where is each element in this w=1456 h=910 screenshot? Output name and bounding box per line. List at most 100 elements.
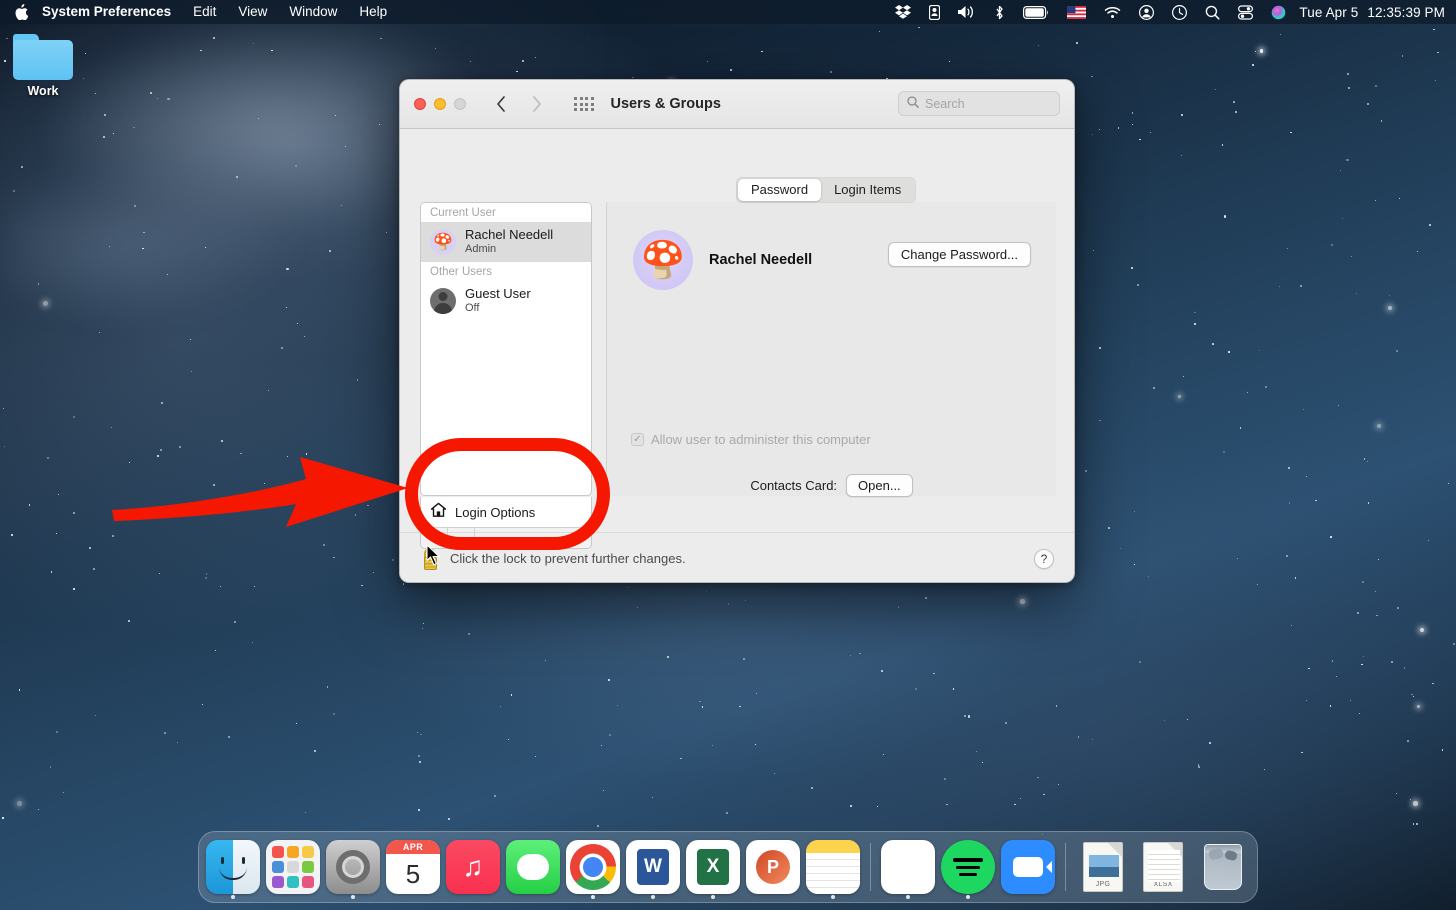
dock-item-jpg-file[interactable]: JPG	[1076, 840, 1130, 894]
sidebar-group-header-other-users: Other Users	[421, 262, 591, 281]
login-options-label: Login Options	[455, 505, 535, 520]
control-center-icon[interactable]	[1229, 0, 1262, 24]
dock-item-messages[interactable]	[506, 840, 560, 894]
account-name: Rachel Needell	[709, 252, 812, 268]
lock-footer: Click the lock to prevent further change…	[400, 532, 1075, 583]
users-and-groups-window: Users & Groups Search Password Login Ite…	[399, 79, 1075, 583]
login-options-row[interactable]: Login Options	[421, 497, 591, 528]
user-role: Off	[465, 302, 531, 315]
sidebar-group-header-current-user: Current User	[421, 203, 591, 222]
user-name: Rachel Needell	[465, 228, 553, 242]
dock-separator	[870, 843, 871, 891]
search-icon	[907, 95, 919, 113]
wifi-icon[interactable]	[1095, 0, 1130, 24]
file-extension: JPG	[1096, 881, 1111, 888]
account-detail-pane: 🍄 Rachel Needell Change Password... Cont…	[606, 202, 1056, 496]
dropbox-icon[interactable]	[886, 0, 920, 24]
help-button[interactable]: ?	[1034, 549, 1054, 569]
tab-login-items[interactable]: Login Items	[821, 179, 914, 201]
device-icon[interactable]	[920, 0, 949, 24]
user-role: Admin	[465, 243, 553, 256]
dock-item-powerpoint[interactable]: P	[746, 840, 800, 894]
notes-icon	[806, 840, 860, 894]
time-machine-icon[interactable]	[1163, 0, 1196, 24]
account-avatar[interactable]: 🍄	[633, 230, 693, 290]
bluetooth-icon[interactable]	[985, 0, 1014, 24]
annotation-arrow-icon	[110, 455, 410, 538]
page-title: Users & Groups	[611, 96, 721, 112]
music-icon: ♫	[446, 840, 500, 894]
dock-item-chrome[interactable]	[566, 840, 620, 894]
desktop-folder-label: Work	[23, 84, 62, 98]
battery-icon[interactable]	[1014, 0, 1058, 24]
menu-item-view[interactable]: View	[227, 0, 278, 24]
dock-item-trash[interactable]	[1196, 840, 1250, 894]
menu-bar-clock[interactable]: Tue Apr 512:35:39 PM	[1295, 5, 1445, 20]
mushroom-avatar-icon: 🍄	[430, 229, 456, 255]
calendar-icon: APR 5	[386, 840, 440, 894]
dock-item-excel[interactable]: X	[686, 840, 740, 894]
powerpoint-icon: P	[746, 840, 800, 894]
dock-item-xlsx-file[interactable]: XLSX	[1136, 840, 1190, 894]
menu-item-system-preferences[interactable]: System Preferences	[31, 0, 182, 24]
dock-item-system-preferences[interactable]	[326, 840, 380, 894]
launchpad-icon	[266, 840, 320, 894]
dock: APR 5 ♫ W X P	[198, 831, 1258, 903]
navigation-buttons	[490, 96, 548, 112]
xlsx-file-icon: XLSX	[1136, 840, 1190, 894]
dock-item-zoom[interactable]	[1001, 840, 1055, 894]
search-input[interactable]: Search	[898, 91, 1060, 116]
sidebar-item-guest-user[interactable]: Guest User Off	[421, 281, 591, 321]
clock-date: Tue Apr 5	[1299, 5, 1358, 20]
traffic-light-buttons	[414, 98, 466, 110]
sidebar-item-rachel-needell[interactable]: 🍄 Rachel Needell Admin	[421, 222, 591, 262]
grid-view-icon[interactable]	[574, 97, 594, 111]
chevron-left-icon[interactable]	[490, 96, 512, 112]
dock-item-launchpad[interactable]	[266, 840, 320, 894]
user-name: Guest User	[465, 287, 531, 301]
search-placeholder: Search	[925, 97, 965, 111]
user-list-sidebar: Current User 🍄 Rachel Needell Admin Othe…	[420, 202, 592, 496]
user-account-icon[interactable]	[1130, 0, 1163, 24]
guest-avatar-icon	[430, 288, 456, 314]
dock-item-spotify[interactable]	[941, 840, 995, 894]
calendar-month: APR	[386, 840, 440, 854]
menu-item-window[interactable]: Window	[278, 0, 348, 24]
menu-bar-status-tray: Tue Apr 512:35:39 PM	[886, 0, 1456, 24]
change-password-button[interactable]: Change Password...	[888, 242, 1031, 267]
dock-item-finder[interactable]	[206, 840, 260, 894]
allow-admin-label: Allow user to administer this computer	[651, 432, 871, 447]
menu-bar: System Preferences Edit View Window Help	[0, 0, 1456, 24]
volume-icon[interactable]	[949, 0, 985, 24]
folder-icon	[13, 34, 73, 80]
desktop-folder-work[interactable]: Work	[6, 34, 80, 98]
zoom-button	[454, 98, 466, 110]
chevron-right-icon	[526, 96, 548, 112]
dock-item-slack[interactable]	[881, 840, 935, 894]
zoom-icon	[1001, 840, 1055, 894]
siri-icon[interactable]	[1262, 0, 1295, 24]
word-icon: W	[626, 840, 680, 894]
dock-item-calendar[interactable]: APR 5	[386, 840, 440, 894]
chrome-icon	[566, 840, 620, 894]
us-flag-icon[interactable]	[1058, 0, 1095, 24]
minimize-button[interactable]	[434, 98, 446, 110]
lock-status-text: Click the lock to prevent further change…	[450, 551, 686, 566]
excel-icon: X	[686, 840, 740, 894]
tab-password[interactable]: Password	[738, 179, 821, 201]
contacts-card-row: Contacts Card: Open...	[607, 474, 1056, 497]
open-contacts-card-button[interactable]: Open...	[846, 474, 913, 497]
system-preferences-icon	[326, 840, 380, 894]
menu-item-edit[interactable]: Edit	[182, 0, 227, 24]
jpg-file-icon: JPG	[1076, 840, 1130, 894]
close-button[interactable]	[414, 98, 426, 110]
apple-logo-icon[interactable]	[13, 4, 28, 21]
menu-item-help[interactable]: Help	[348, 0, 398, 24]
menu-bar-left: System Preferences Edit View Window Help	[0, 0, 398, 24]
dock-item-notes[interactable]	[806, 840, 860, 894]
allow-admin-checkbox: ✓	[631, 433, 644, 446]
slack-icon	[881, 840, 935, 894]
spotlight-search-icon[interactable]	[1196, 0, 1229, 24]
dock-item-music[interactable]: ♫	[446, 840, 500, 894]
dock-item-word[interactable]: W	[626, 840, 680, 894]
